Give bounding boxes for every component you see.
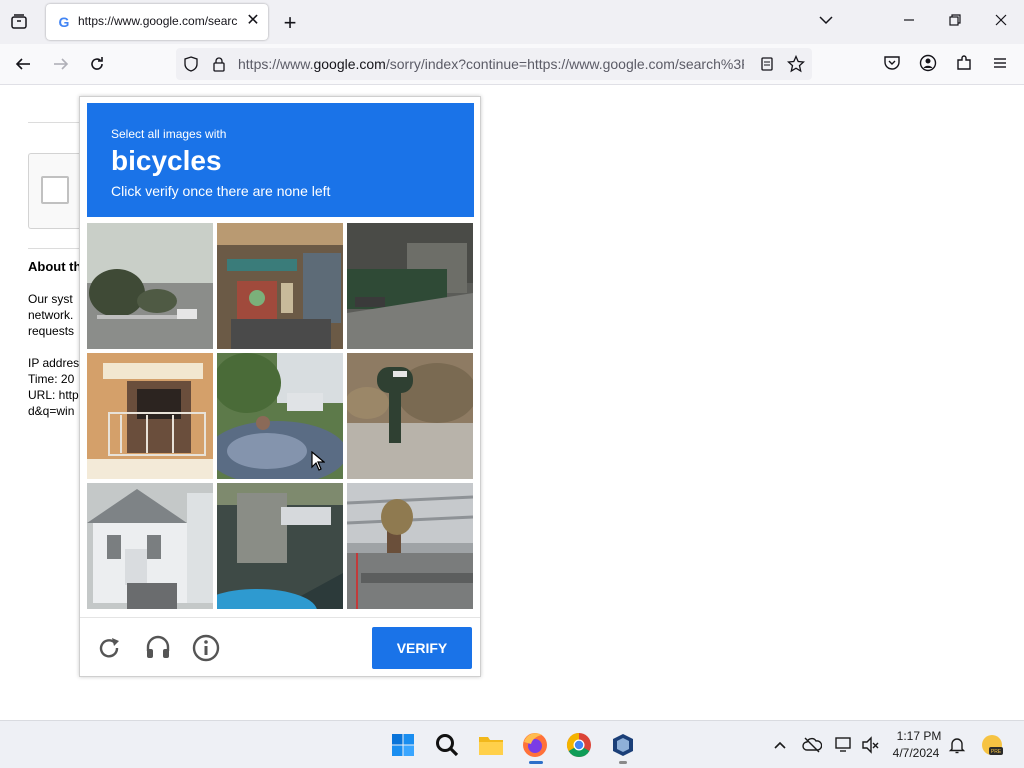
body-line-2: network. bbox=[28, 308, 74, 322]
image-tile-6[interactable] bbox=[347, 353, 473, 479]
challenge-target-word: bicycles bbox=[111, 145, 222, 176]
info-line-time: Time: 20 bbox=[28, 372, 75, 386]
virtualbox-running-indicator bbox=[619, 761, 627, 764]
divider-mid bbox=[28, 248, 80, 249]
start-windows-icon[interactable] bbox=[391, 733, 415, 757]
clock-time[interactable]: 1:17 PM bbox=[889, 729, 949, 743]
minimize-icon[interactable] bbox=[898, 12, 920, 32]
firefox-active-indicator bbox=[529, 761, 543, 764]
challenge-subtext: Click verify once there are none left bbox=[111, 183, 331, 199]
image-tile-4[interactable] bbox=[87, 353, 213, 479]
menu-icon[interactable] bbox=[990, 54, 1010, 74]
list-all-tabs-icon[interactable] bbox=[816, 12, 836, 32]
back-icon[interactable] bbox=[12, 54, 34, 76]
recaptcha-challenge-dialog: Select all images with bicycles Click ve… bbox=[79, 96, 481, 677]
clock-date[interactable]: 4/7/2024 bbox=[886, 746, 946, 760]
new-tab-icon[interactable]: + bbox=[280, 10, 300, 35]
image-tile-2[interactable] bbox=[217, 223, 343, 349]
about-heading: About th bbox=[28, 259, 82, 274]
forward-icon[interactable] bbox=[50, 54, 72, 76]
tab-overview-icon[interactable] bbox=[8, 12, 30, 32]
account-icon[interactable] bbox=[918, 54, 938, 74]
tab-title: https://www.google.com/search bbox=[78, 14, 238, 28]
mouse-cursor-icon bbox=[311, 450, 326, 471]
image-tile-3[interactable] bbox=[347, 223, 473, 349]
reload-icon[interactable] bbox=[86, 54, 108, 76]
restore-icon[interactable] bbox=[944, 12, 966, 32]
divider-top bbox=[28, 122, 80, 123]
extensions-icon[interactable] bbox=[954, 54, 974, 74]
chrome-icon[interactable] bbox=[566, 732, 592, 758]
reader-view-icon[interactable] bbox=[758, 56, 776, 74]
info-icon[interactable] bbox=[191, 633, 221, 663]
recaptcha-checkbox[interactable] bbox=[41, 176, 69, 204]
pocket-icon[interactable] bbox=[882, 54, 902, 74]
svg-text:PRE: PRE bbox=[991, 749, 1002, 755]
volume-muted-icon[interactable] bbox=[860, 735, 880, 755]
notification-bell-icon[interactable] bbox=[948, 736, 966, 754]
url-text[interactable]: https://www.google.com/sorry/index?conti… bbox=[238, 56, 744, 74]
body-line-3: requests bbox=[28, 324, 75, 338]
challenge-header: Select all images with bicycles Click ve… bbox=[87, 103, 474, 217]
navigation-toolbar: https://www.google.com/sorry/index?conti… bbox=[0, 44, 1024, 85]
shield-icon[interactable] bbox=[182, 56, 200, 74]
image-tile-7[interactable] bbox=[87, 483, 213, 609]
active-tab[interactable]: G https://www.google.com/search ✕ bbox=[46, 4, 268, 40]
google-favicon-icon: G bbox=[58, 14, 70, 30]
challenge-footer-divider bbox=[80, 617, 480, 618]
onedrive-cloud-icon[interactable] bbox=[802, 736, 823, 754]
challenge-instruction: Select all images with bbox=[111, 127, 227, 141]
close-window-icon[interactable] bbox=[990, 12, 1012, 32]
firefox-icon[interactable] bbox=[522, 732, 548, 758]
info-line-query: d&q=win bbox=[28, 404, 75, 418]
reload-challenge-icon[interactable] bbox=[95, 633, 125, 663]
network-display-icon[interactable] bbox=[834, 735, 854, 755]
virtualbox-icon[interactable] bbox=[610, 732, 636, 758]
lock-icon[interactable] bbox=[210, 56, 228, 74]
windows-taskbar: 1:17 PM 4/7/2024 PRE bbox=[0, 720, 1024, 768]
tab-close-icon[interactable]: ✕ bbox=[244, 12, 262, 30]
verify-button[interactable]: VERIFY bbox=[372, 627, 472, 669]
file-explorer-icon[interactable] bbox=[478, 733, 504, 757]
search-icon[interactable] bbox=[435, 733, 459, 757]
browser-titlebar: G https://www.google.com/search ✕ + bbox=[0, 0, 1024, 44]
audio-challenge-icon[interactable] bbox=[143, 633, 173, 663]
info-line-ip: IP addres bbox=[28, 356, 80, 370]
image-tile-1[interactable] bbox=[87, 223, 213, 349]
image-tile-8[interactable] bbox=[217, 483, 343, 609]
show-hidden-icons-icon[interactable] bbox=[772, 737, 788, 753]
address-bar[interactable]: https://www.google.com/sorry/index?conti… bbox=[176, 48, 812, 80]
body-line-1: Our syst bbox=[28, 292, 73, 306]
weather-pre-icon[interactable]: PRE bbox=[980, 733, 1004, 757]
bookmark-star-icon[interactable] bbox=[786, 54, 806, 75]
info-line-url: URL: http bbox=[28, 388, 79, 402]
image-tile-9[interactable] bbox=[347, 483, 473, 609]
